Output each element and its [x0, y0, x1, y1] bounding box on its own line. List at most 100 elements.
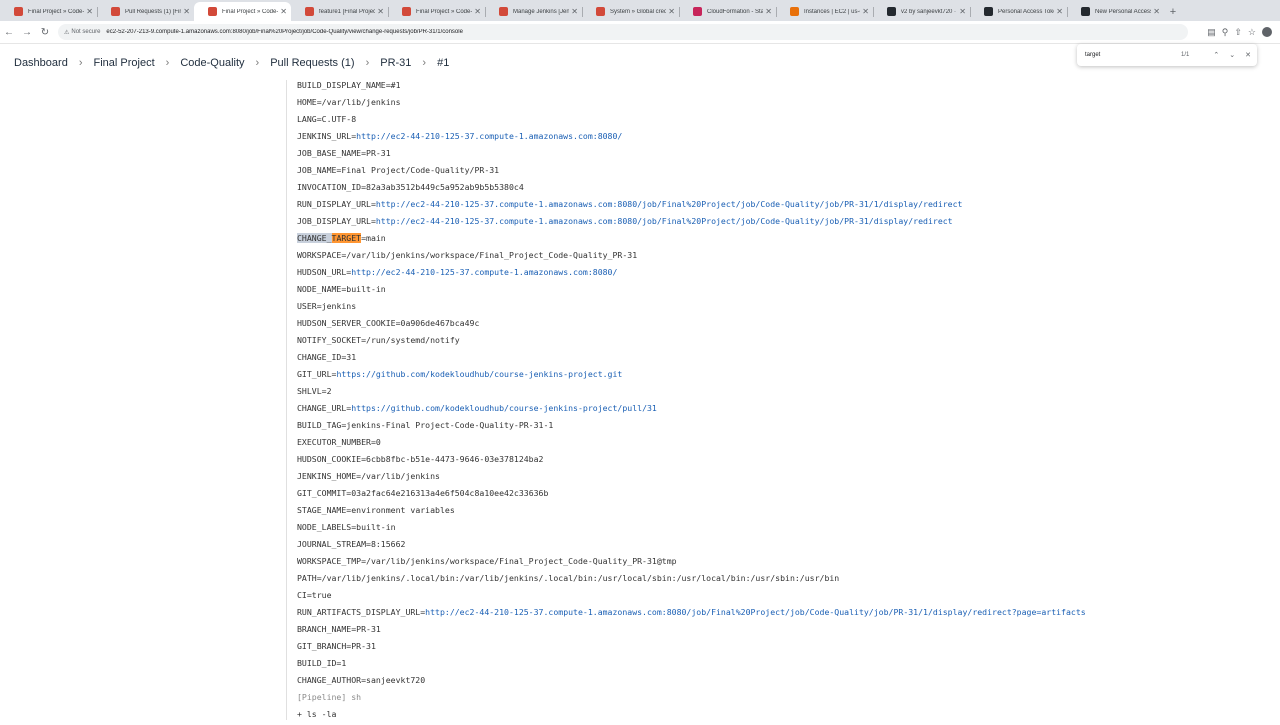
console-value: PR-31	[366, 148, 391, 158]
find-highlight-context: CHANGE_	[297, 233, 332, 243]
jenkins-icon	[14, 7, 23, 16]
github-icon	[1081, 7, 1090, 16]
tab-close-icon[interactable]: ✕	[280, 7, 287, 16]
share-icon[interactable]: ⇧	[1234, 27, 1242, 38]
breadcrumb-item[interactable]: Final Project	[94, 57, 155, 69]
console-key: HUDSON_SERVER_COOKIE=	[297, 318, 401, 328]
console-line: HUDSON_SERVER_COOKIE=0a906de467bca49c	[297, 317, 1280, 334]
breadcrumb-separator-icon: ›	[165, 57, 170, 69]
tab-label: Final Project » Code-Q	[416, 8, 473, 15]
browser-toolbar: ← → ↻ ⚠ Not secure ec2-52-207-213-9.comp…	[0, 21, 1280, 44]
browser-tab[interactable]: Final Project » Code-Q ✕	[194, 2, 291, 21]
console-value: /var/lib/jenkins	[321, 97, 401, 107]
find-next-icon[interactable]: ⌄	[1229, 51, 1235, 59]
console-line: EXECUTOR_NUMBER=0	[297, 436, 1280, 453]
console-link[interactable]: https://github.com/kodekloudhub/course-j…	[336, 369, 622, 379]
browser-tab[interactable]: Instances | EC2 | us-ea ✕	[776, 2, 873, 21]
browser-tab[interactable]: feature1 [Final Project ✕	[291, 2, 388, 21]
console-link[interactable]: http://ec2-44-210-125-37.compute-1.amazo…	[425, 607, 1086, 617]
console-key: JOB_BASE_NAME=	[297, 148, 367, 158]
browser-tab[interactable]: Pull Requests (1) [Final ✕	[97, 2, 194, 21]
tab-label: Instances | EC2 | us-ea	[804, 8, 861, 15]
find-input[interactable]: target	[1085, 52, 1181, 58]
console-key: JOB_DISPLAY_URL=	[297, 216, 376, 226]
tab-close-icon[interactable]: ✕	[1056, 7, 1063, 16]
console-line: SHLVL=2	[297, 385, 1280, 402]
browser-tab[interactable]: System » Global credi ✕	[582, 2, 679, 21]
console-value: environment variables	[351, 505, 455, 515]
console-key: HUDSON_COOKIE=	[297, 454, 367, 464]
tab-close-icon[interactable]: ✕	[377, 7, 384, 16]
zoom-icon[interactable]: ⚲	[1222, 27, 1229, 38]
tab-close-icon[interactable]: ✕	[1153, 7, 1160, 16]
profile-avatar[interactable]	[1262, 26, 1272, 37]
tab-close-icon[interactable]: ✕	[571, 7, 578, 16]
find-match-highlight: TARGET	[331, 233, 362, 243]
tab-close-icon[interactable]: ✕	[474, 7, 481, 16]
tab-close-icon[interactable]: ✕	[183, 7, 190, 16]
browser-tab[interactable]: v2 by sanjeevkt720 · P ✕	[873, 2, 970, 21]
console-line: HUDSON_COOKIE=6cbb8fbc-b51e-4473-9646-03…	[297, 453, 1280, 470]
browser-tab[interactable]: Final Project » Code-Q ✕	[388, 2, 485, 21]
console-line: CI=true	[297, 589, 1280, 606]
console-key: BRANCH_NAME=	[297, 624, 357, 634]
console-value: 0	[375, 437, 381, 447]
tab-close-icon[interactable]: ✕	[86, 7, 93, 16]
tab-close-icon[interactable]: ✕	[959, 7, 966, 16]
find-previous-icon[interactable]: ⌃	[1213, 51, 1219, 59]
console-value: 31	[346, 352, 357, 362]
console-value: #1	[390, 80, 401, 90]
breadcrumb-item[interactable]: Code-Quality	[180, 57, 244, 69]
tab-close-icon[interactable]: ✕	[668, 7, 675, 16]
console-key: GIT_BRANCH=	[297, 641, 352, 651]
breadcrumb-item[interactable]: PR-31	[380, 57, 411, 69]
console-link[interactable]: https://github.com/kodekloudhub/course-j…	[351, 403, 657, 413]
console-line: JOB_BASE_NAME=PR-31	[297, 147, 1280, 164]
breadcrumb-item[interactable]: Dashboard	[14, 57, 68, 69]
back-icon[interactable]: ←	[0, 27, 18, 38]
browser-tab[interactable]: Personal Access Token ✕	[970, 2, 1067, 21]
console-line: STAGE_NAME=environment variables	[297, 504, 1280, 521]
console-value: /var/lib/jenkins/.local/bin:/var/lib/jen…	[321, 573, 840, 583]
reading-mode-icon[interactable]: ▤	[1207, 27, 1216, 38]
console-link[interactable]: http://ec2-44-210-125-37.compute-1.amazo…	[376, 199, 963, 209]
console-link[interactable]: http://ec2-44-210-125-37.compute-1.amazo…	[351, 267, 617, 277]
console-key: USER=	[297, 301, 322, 311]
console-key: NODE_NAME=	[297, 284, 347, 294]
tab-close-icon[interactable]: ✕	[765, 7, 772, 16]
console-value: 2	[326, 386, 332, 396]
console-key: BUILD_TAG=	[297, 420, 347, 430]
breadcrumb-separator-icon: ›	[422, 57, 427, 69]
console-key: CHANGE_ID=	[297, 352, 347, 362]
address-bar[interactable]: ⚠ Not secure ec2-52-207-213-9.compute-1.…	[58, 24, 1188, 40]
reload-icon[interactable]: ↻	[36, 27, 54, 38]
browser-tab[interactable]: CloudFormation - Stac ✕	[679, 2, 776, 21]
console-output: BUILD_DISPLAY_NAME=#1 HOME=/var/lib/jenki…	[297, 79, 1280, 725]
pipeline-step-line: [Pipeline] sh	[297, 692, 362, 702]
find-close-icon[interactable]: ✕	[1245, 51, 1251, 59]
not-secure-indicator[interactable]: ⚠ Not secure	[64, 29, 100, 36]
console-key: JENKINS_HOME=	[297, 471, 362, 481]
console-value: built-in	[346, 284, 386, 294]
browser-tab[interactable]: Final Project » Code-Q ✕	[0, 2, 97, 21]
browser-tab[interactable]: Manage Jenkins [Jenki ✕	[485, 2, 582, 21]
jenkins-icon	[499, 7, 508, 16]
console-key: HOME=	[297, 97, 322, 107]
bookmark-star-icon[interactable]: ☆	[1248, 27, 1256, 38]
forward-icon[interactable]: →	[18, 27, 36, 38]
console-key: CHANGE_URL=	[297, 403, 352, 413]
console-line: CHANGE_ID=31	[297, 351, 1280, 368]
tab-close-icon[interactable]: ✕	[862, 7, 869, 16]
console-line: HOME=/var/lib/jenkins	[297, 96, 1280, 113]
browser-tab[interactable]: New Personal Access T✕	[1067, 2, 1164, 21]
breadcrumb-item[interactable]: Pull Requests (1)	[270, 57, 354, 69]
console-link[interactable]: http://ec2-44-210-125-37.compute-1.amazo…	[356, 131, 622, 141]
console-line: + ls -la	[297, 709, 337, 719]
breadcrumb-item[interactable]: #1	[437, 57, 449, 69]
console-line: USER=jenkins	[297, 300, 1280, 317]
console-line: RUN_ARTIFACTS_DISPLAY_URL=http://ec2-44-…	[297, 606, 1280, 623]
new-tab-icon[interactable]: +	[1164, 2, 1182, 21]
console-value: 6cbb8fbc-b51e-4473-9646-03e378124ba2	[366, 454, 544, 464]
console-link[interactable]: http://ec2-44-210-125-37.compute-1.amazo…	[376, 216, 953, 226]
url-text[interactable]: ec2-52-207-213-9.compute-1.amazonaws.com…	[106, 29, 463, 35]
